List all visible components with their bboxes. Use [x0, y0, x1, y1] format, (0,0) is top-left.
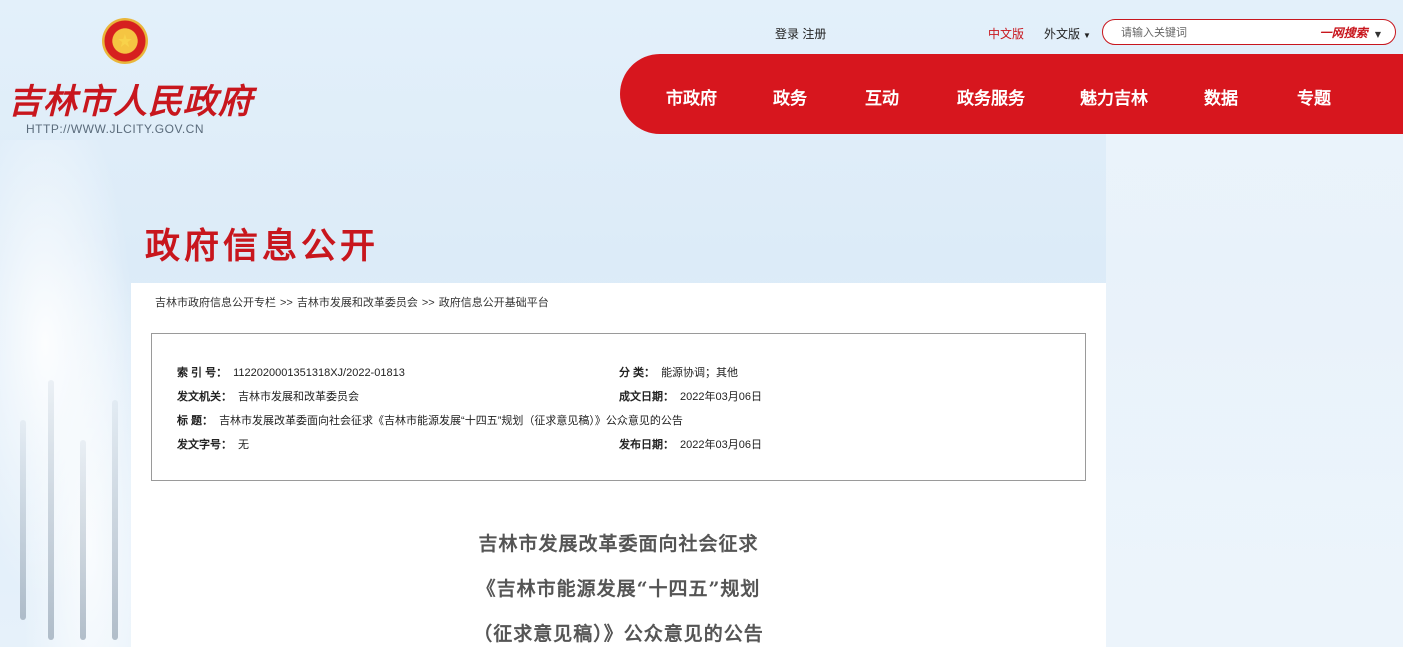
site-name: 吉林市人民政府 — [8, 82, 253, 122]
section-title: 政府信息公开 — [145, 227, 380, 267]
meta-label: 发布日期： — [619, 439, 674, 451]
nav-item-government-affairs[interactable]: 政务 — [773, 84, 807, 109]
nav-item-interaction[interactable]: 互动 — [865, 84, 899, 109]
meta-label: 发文机关： — [177, 391, 232, 403]
caret-down-icon: ▼ — [1374, 29, 1381, 39]
background-tree — [112, 400, 118, 640]
login-register: 登录 注册 — [775, 25, 826, 42]
breadcrumb: 吉林市政府信息公开专栏 >> 吉林市发展和改革委员会 >> 政府信息公开基础平台 — [155, 294, 549, 310]
breadcrumb-separator: >> — [280, 297, 293, 309]
meta-label: 分 类： — [619, 367, 656, 379]
meta-doc-number: 发文字号： 无 — [177, 436, 249, 452]
article-title-line: 《吉林市能源发展“十四五”规划 — [476, 578, 761, 600]
national-emblem-icon: ★ — [102, 18, 148, 64]
nav-item-city-government[interactable]: 市政府 — [666, 84, 717, 109]
login-link[interactable]: 登录 — [775, 27, 799, 41]
meta-label: 索 引 号： — [177, 367, 228, 379]
meta-index: 索 引 号： 1122020001351318XJ/2022-01813 — [177, 364, 405, 380]
meta-created-date: 成文日期： 2022年03月06日 — [619, 388, 762, 404]
meta-value: 能源协调；其他 — [661, 367, 739, 379]
caret-down-icon: ▼ — [1083, 31, 1091, 40]
meta-value: 吉林市发展和改革委员会 — [238, 391, 359, 403]
meta-value: 2022年03月06日 — [680, 439, 762, 451]
nav-item-data[interactable]: 数据 — [1204, 84, 1238, 109]
meta-label: 成文日期： — [619, 391, 674, 403]
content-panel: 吉林市政府信息公开专栏 >> 吉林市发展和改革委员会 >> 政府信息公开基础平台 索 引… — [131, 283, 1106, 647]
main-nav: 市政府 政务 互动 政务服务 魅力吉林 数据 专题 — [620, 54, 1403, 134]
nav-item-services[interactable]: 政务服务 — [957, 84, 1025, 109]
background-tree — [48, 380, 54, 640]
background-panel-right — [1106, 134, 1403, 647]
search-scope-dropdown[interactable]: 一网搜索 ▼ — [1320, 24, 1381, 41]
breadcrumb-item[interactable]: 政府信息公开基础平台 — [439, 297, 549, 309]
meta-published-date: 发布日期： 2022年03月06日 — [619, 436, 762, 452]
meta-value: 2022年03月06日 — [680, 391, 762, 403]
meta-value: 1122020001351318XJ/2022-01813 — [233, 367, 405, 379]
meta-category: 分 类： 能源协调；其他 — [619, 364, 738, 380]
register-link[interactable]: 注册 — [802, 27, 826, 41]
meta-value: 吉林市发展改革委面向社会征求《吉林市能源发展“十四五”规划（征求意见稿）》公众意… — [219, 415, 683, 427]
article-title-line: 吉林市发展改革委面向社会征求 — [478, 533, 759, 555]
search-box: 一网搜索 ▼ — [1102, 19, 1396, 45]
document-meta-box: 索 引 号： 1122020001351318XJ/2022-01813 分 类：… — [151, 333, 1086, 481]
breadcrumb-item[interactable]: 吉林市发展和改革委员会 — [297, 297, 418, 309]
breadcrumb-item[interactable]: 吉林市政府信息公开专栏 — [155, 297, 276, 309]
nav-item-charm-jilin[interactable]: 魅力吉林 — [1080, 84, 1148, 109]
search-input[interactable] — [1119, 23, 1293, 43]
article-title-line: （征求意见稿）》公众意见的公告 — [473, 623, 764, 645]
breadcrumb-separator: >> — [421, 297, 435, 309]
lang-foreign-dropdown[interactable]: 外文版 ▼ — [1044, 25, 1091, 42]
background-tree — [80, 440, 86, 640]
meta-value: 无 — [238, 439, 249, 451]
site-logo[interactable]: ★ 吉林市人民政府 HTTP://WWW.JLCITY.GOV.CN — [8, 18, 252, 138]
lang-foreign-label: 外文版 — [1044, 27, 1081, 41]
meta-label: 标 题： — [177, 415, 214, 427]
site-url: HTTP://WWW.JLCITY.GOV.CN — [26, 122, 205, 136]
background-tree — [20, 420, 26, 620]
meta-label: 发文字号： — [177, 439, 232, 451]
lang-chinese-link[interactable]: 中文版 — [988, 25, 1024, 42]
meta-issuer: 发文机关： 吉林市发展和改革委员会 — [177, 388, 359, 404]
nav-item-topics[interactable]: 专题 — [1297, 84, 1331, 109]
search-scope-label: 一网搜索 — [1319, 26, 1368, 40]
meta-title: 标 题： 吉林市发展改革委面向社会征求《吉林市能源发展“十四五”规划（征求意见稿）… — [177, 412, 683, 428]
